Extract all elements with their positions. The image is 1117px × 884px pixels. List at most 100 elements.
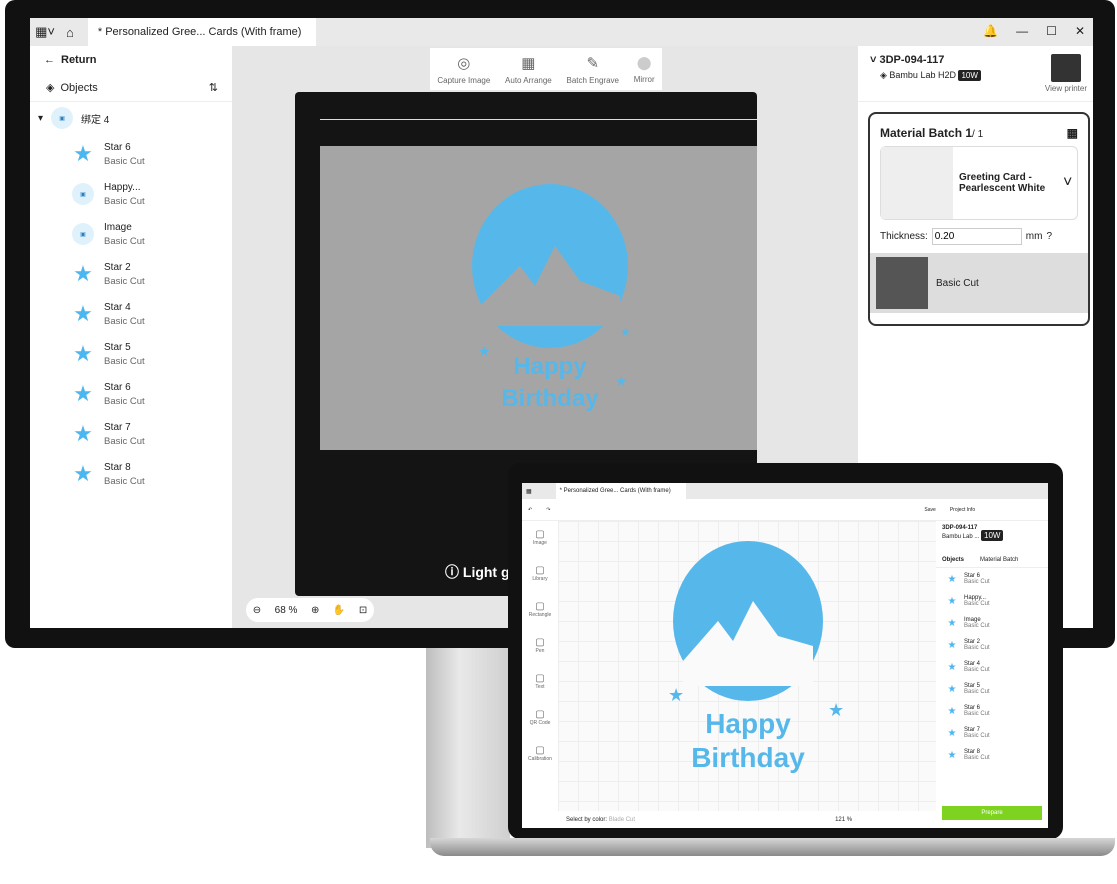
list-item[interactable]: ★ Happy... Basic Cut xyxy=(936,590,1048,612)
tool-icon: ▢ xyxy=(535,637,545,648)
list-item[interactable]: ★ Star 7 Basic Cut xyxy=(30,414,232,454)
laptop-toolbar: ↶ ↷ Save Project Info xyxy=(522,499,1048,521)
fit-icon[interactable]: ⊡ xyxy=(359,605,367,616)
monitor-stand xyxy=(426,648,510,848)
objects-panel: ← Return ◈ Objects ⇅ ▾ ▣ 绑定 4 ★ Star 6 Basic Cu… xyxy=(30,46,232,628)
cut-thumbnail xyxy=(876,257,928,309)
auto-arrange-button[interactable]: ▦ Auto Arrange xyxy=(505,54,552,85)
minimize-button[interactable]: — xyxy=(1016,24,1028,38)
save-button[interactable]: Save xyxy=(924,507,935,513)
chevron-down-icon[interactable]: ▾ xyxy=(38,113,43,124)
list-item[interactable]: ★ Image Basic Cut xyxy=(936,612,1048,634)
list-item[interactable]: ★ Star 5 Basic Cut xyxy=(936,678,1048,700)
star-icon: ★ xyxy=(947,749,957,761)
capture-image-button[interactable]: ◎ Capture Image xyxy=(437,54,490,85)
star-icon: ★ xyxy=(947,595,957,607)
zoom-level: 121 % xyxy=(835,816,853,823)
list-item[interactable]: ★ Star 2 Basic Cut xyxy=(936,634,1048,656)
tool-icon: ▢ xyxy=(535,709,545,720)
basic-cut-row[interactable]: Basic Cut xyxy=(870,253,1088,313)
star-icon: ★ xyxy=(828,700,844,720)
list-item[interactable]: ★ Star 5 Basic Cut xyxy=(30,334,232,374)
layers-icon: ◈ xyxy=(46,82,55,94)
printer-icon: ◈ xyxy=(880,70,890,80)
star-icon: ★ xyxy=(73,421,93,446)
laptop-canvas[interactable]: Happy Birthday ★ ★ xyxy=(558,521,936,811)
tool-icon: ▢ xyxy=(535,673,545,684)
laptop-right-panel: 3DP-094-117 Bambu Lab ... 10W Objects Mate… xyxy=(936,521,1048,828)
star-icon: ★ xyxy=(73,261,93,286)
laptop-status-bar: Select by color: Blade Cut 121 % xyxy=(558,811,936,828)
list-item[interactable]: ★ Star 8 Basic Cut xyxy=(936,744,1048,766)
list-item[interactable]: ★ Star 6 Basic Cut xyxy=(30,134,232,174)
zoom-in-icon[interactable]: ⊕ xyxy=(311,605,319,616)
prepare-button[interactable]: Prepare xyxy=(942,806,1042,820)
app-logo-icon[interactable]: ▦ xyxy=(522,488,532,495)
happy-text: Happy xyxy=(513,353,587,380)
laptop-document-tab[interactable]: * Personalized Gree... Cards (With frame… xyxy=(555,483,686,499)
star-icon: ★ xyxy=(668,685,684,705)
home-icon[interactable]: ⌂ xyxy=(66,25,74,40)
document-tab[interactable]: * Personalized Gree... Cards (With frame… xyxy=(87,18,316,46)
laptop-app-window: ▦ * Personalized Gree... Cards (With fram… xyxy=(522,483,1048,828)
batch-engrave-button[interactable]: ✎ Batch Engrave xyxy=(567,54,619,85)
happy-birthday-thumbnail: ▣ xyxy=(72,183,94,205)
list-item[interactable]: ★ Star 6 Basic Cut xyxy=(936,700,1048,722)
laptop: ▦ * Personalized Gree... Cards (With fram… xyxy=(508,463,1063,839)
tool-text[interactable]: ▢ Text xyxy=(522,665,558,701)
app-logo-icon[interactable]: ▦˅ xyxy=(30,18,60,46)
tool-rectangle[interactable]: ▢ Rectangle xyxy=(522,593,558,629)
star-icon: ★ xyxy=(73,381,93,406)
list-item[interactable]: ▣ Happy... Basic Cut xyxy=(30,174,232,214)
star-icon: ★ xyxy=(947,683,957,695)
tab-material-batch[interactable]: Material Batch xyxy=(980,557,1018,563)
return-button[interactable]: ← Return xyxy=(30,46,232,74)
maximize-button[interactable]: ☐ xyxy=(1046,24,1057,38)
toggle-icon: ⬤ xyxy=(636,54,652,70)
tool-icon: ▢ xyxy=(535,745,545,756)
top-ruler xyxy=(320,100,757,120)
grid-icon[interactable]: ▦ xyxy=(1067,126,1078,140)
tool-pen[interactable]: ▢ Pen xyxy=(522,629,558,665)
list-item[interactable]: ★ Star 2 Basic Cut xyxy=(30,254,232,294)
tool-library[interactable]: ▢ Library xyxy=(522,557,558,593)
title-bar: ▦˅ ⌂ * Personalized Gree... Cards (With … xyxy=(30,18,1093,46)
star-icon: ★ xyxy=(947,639,957,651)
tool-icon: ▢ xyxy=(535,565,545,576)
laptop-tool-sidebar: ▢ Image ▢ Library ▢ Rectangle ▢ Pen ▢ Text ▢ QR Cod… xyxy=(522,521,558,828)
thickness-input[interactable] xyxy=(931,228,1022,245)
greeting-card-design[interactable]: Happy Birthday ★ ★ ★ xyxy=(460,176,640,416)
group-item[interactable]: ▾ ▣ 绑定 4 xyxy=(30,102,232,134)
view-printer-button[interactable]: View printer xyxy=(1045,54,1087,93)
card-image xyxy=(881,147,953,219)
project-info-button[interactable]: Project Info xyxy=(950,507,975,513)
list-item[interactable]: ★ Star 4 Basic Cut xyxy=(936,656,1048,678)
tool-qr-code[interactable]: ▢ QR Code xyxy=(522,701,558,737)
tool-calibration[interactable]: ▢ Calibration xyxy=(522,737,558,773)
list-item[interactable]: ★ Star 4 Basic Cut xyxy=(30,294,232,334)
zoom-control: ⊖ 68 % ⊕ ✋ ⊡ xyxy=(246,598,374,622)
chevron-down-icon[interactable]: ˅ xyxy=(1063,174,1072,192)
tab-objects[interactable]: Objects xyxy=(942,557,964,563)
mirror-toggle[interactable]: ⬤ Mirror xyxy=(634,55,655,84)
star-icon: ★ xyxy=(478,343,491,359)
zoom-out-icon[interactable]: ⊖ xyxy=(253,605,261,616)
undo-icon[interactable]: ↶ xyxy=(528,507,532,513)
bell-icon[interactable]: 🔔 xyxy=(983,24,998,38)
laptop-design: Happy Birthday ★ ★ xyxy=(668,541,844,773)
material-selector[interactable]: Greeting Card - Pearlescent White ˅ xyxy=(880,146,1078,220)
list-item[interactable]: ★ Star 6 Basic Cut xyxy=(30,374,232,414)
sort-icon[interactable]: ⇅ xyxy=(209,81,218,94)
tool-image[interactable]: ▢ Image xyxy=(522,521,558,557)
list-item[interactable]: ★ Star 6 Basic Cut xyxy=(936,568,1048,590)
printer-info[interactable]: ˅ 3DP-094-117 ◈ Bambu Lab H2D 10W View p… xyxy=(858,46,1093,102)
help-icon[interactable]: ? xyxy=(1046,231,1052,242)
close-button[interactable]: ✕ xyxy=(1075,24,1085,38)
group-thumbnail-icon: ▣ xyxy=(51,107,74,129)
info-icon: ⓘ xyxy=(445,564,459,580)
redo-icon[interactable]: ↷ xyxy=(546,507,550,513)
list-item[interactable]: ▣ Image Basic Cut xyxy=(30,214,232,254)
list-item[interactable]: ★ Star 7 Basic Cut xyxy=(936,722,1048,744)
hand-icon[interactable]: ✋ xyxy=(333,605,345,616)
list-item[interactable]: ★ Star 8 Basic Cut xyxy=(30,454,232,494)
